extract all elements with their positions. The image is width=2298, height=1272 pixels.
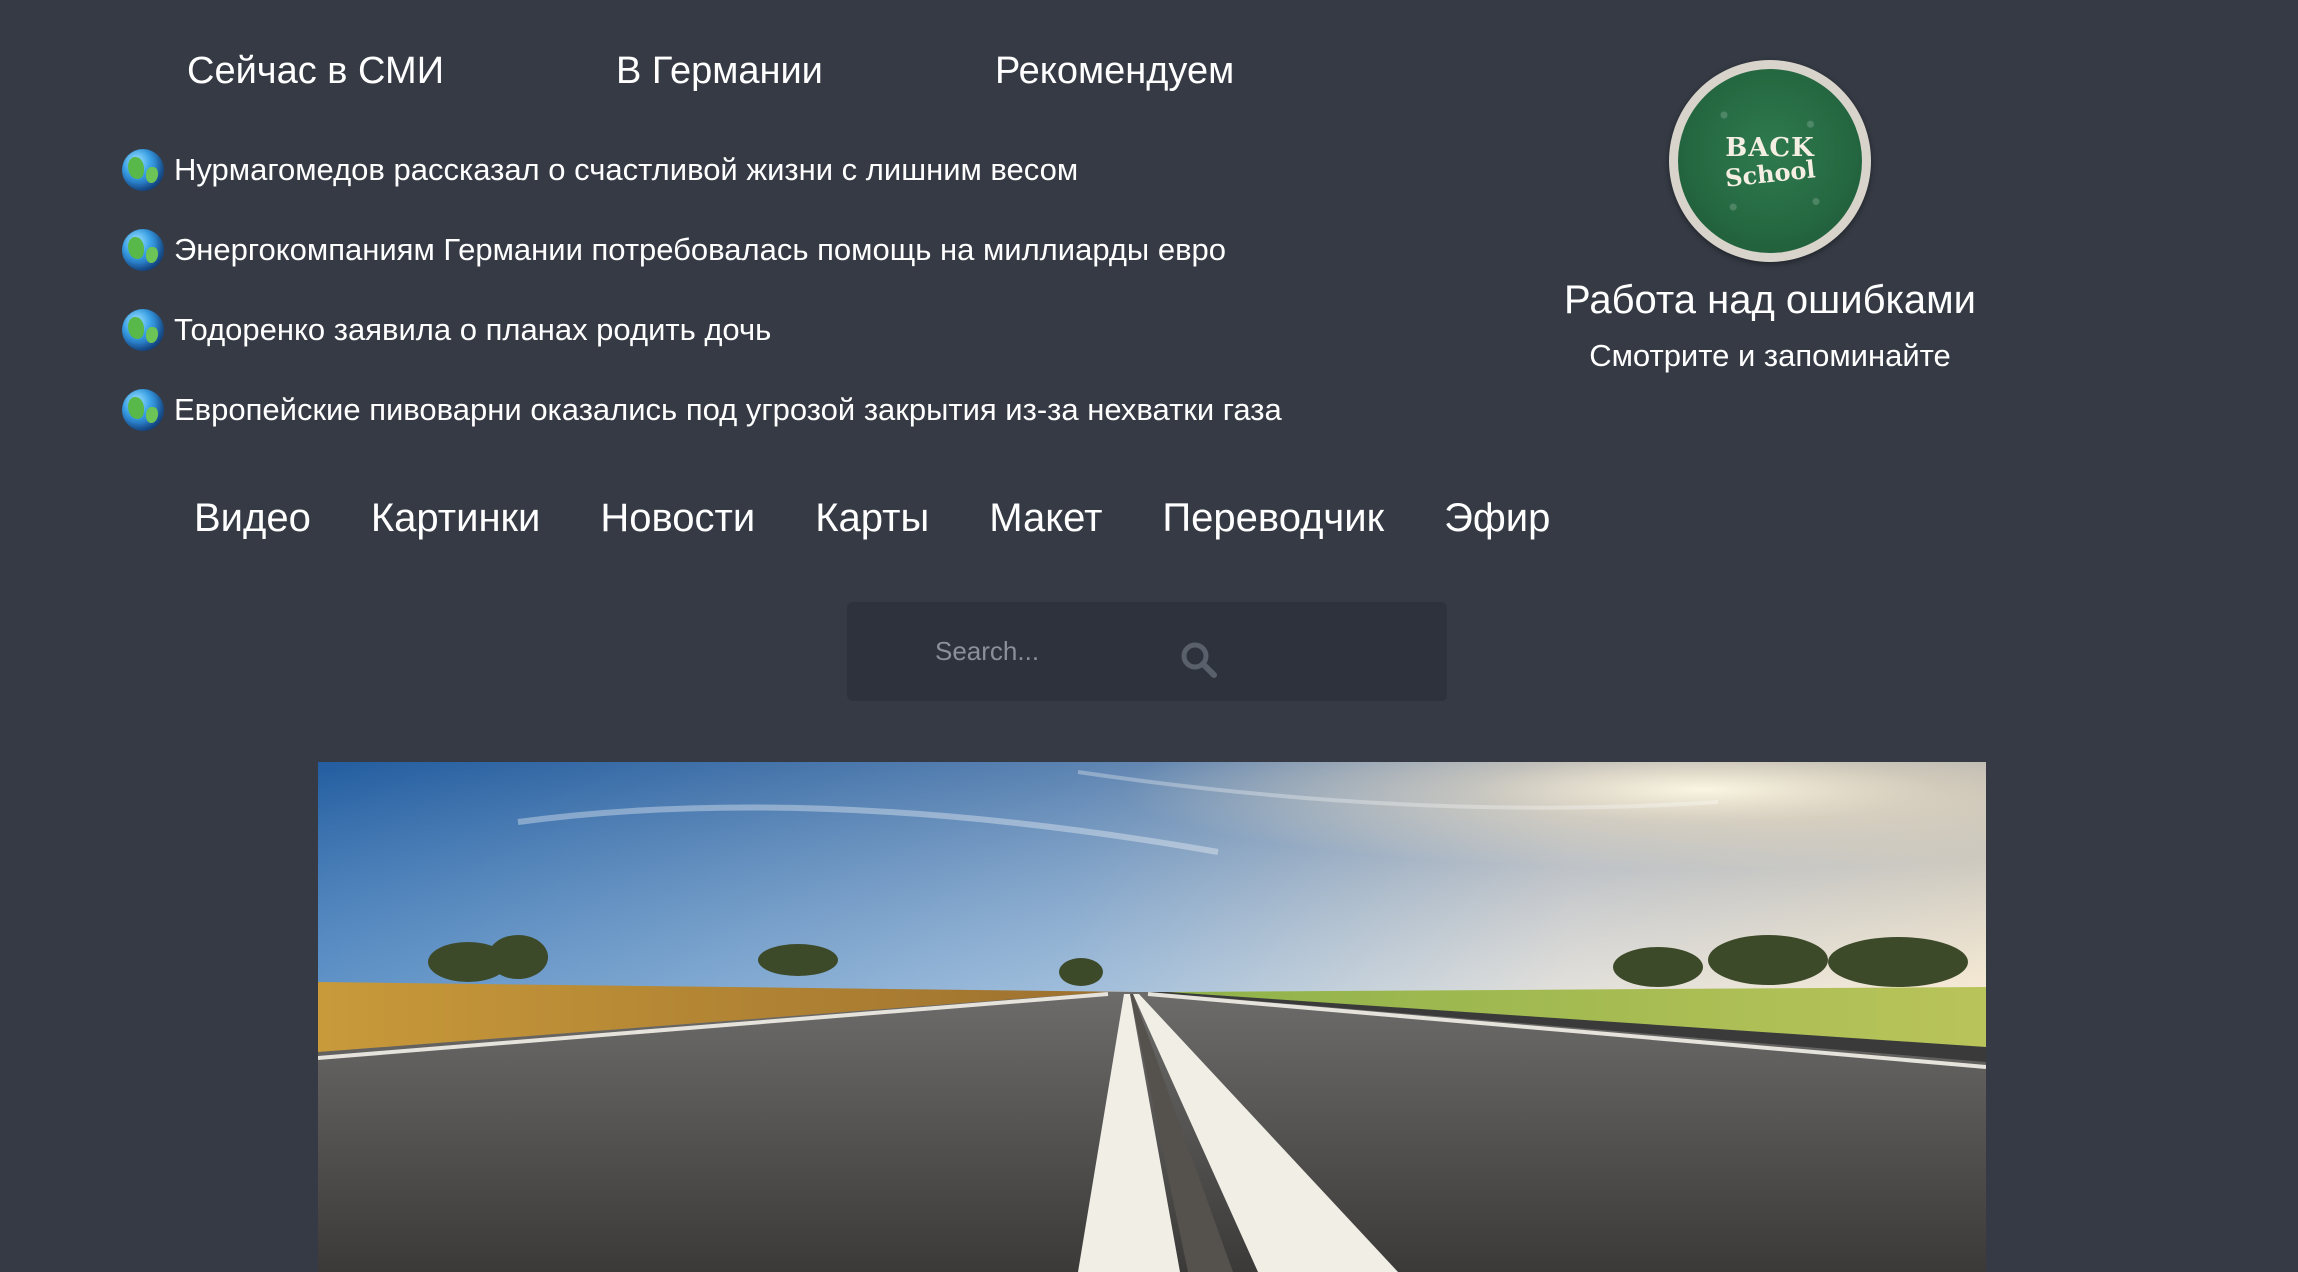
avatar[interactable]: BACK School	[1669, 60, 1871, 262]
promo-block: BACK School Работа над ошибками Смотрите…	[1520, 60, 2020, 378]
promo-subtitle: Смотрите и запоминайте	[1589, 338, 1951, 373]
news-headline[interactable]: Европейские пивоварни оказались под угро…	[174, 392, 1282, 428]
hero-image	[318, 762, 1986, 1272]
tab-in-germany[interactable]: В Германии	[616, 44, 823, 98]
search-input[interactable]	[935, 628, 1165, 674]
tab-now-in-media[interactable]: Сейчас в СМИ	[187, 44, 444, 98]
tab-recommended[interactable]: Рекомендуем	[995, 44, 1234, 98]
news-item[interactable]: Тодоренко заявила о планах родить дочь	[122, 290, 1542, 370]
globe-icon	[122, 149, 164, 191]
page: Сейчас в СМИ В Германии Рекомендуем Нурм…	[0, 0, 2298, 1272]
globe-icon	[122, 309, 164, 351]
nav-link-maps[interactable]: Карты	[815, 490, 929, 550]
news-list: Нурмагомедов рассказал о счастливой жизн…	[122, 130, 1542, 450]
nav-link-images[interactable]: Картинки	[371, 490, 541, 550]
news-headline[interactable]: Нурмагомедов рассказал о счастливой жизн…	[174, 152, 1078, 188]
search-box	[847, 602, 1447, 701]
news-item[interactable]: Европейские пивоварни оказались под угро…	[122, 370, 1542, 450]
news-item[interactable]: Энергокомпаниям Германии потребовалась п…	[122, 210, 1542, 290]
search-icon[interactable]	[1179, 640, 1219, 680]
news-headline[interactable]: Энергокомпаниям Германии потребовалась п…	[174, 232, 1226, 268]
back-to-school-logo: BACK School	[1678, 69, 1862, 253]
nav-link-broadcast[interactable]: Эфир	[1444, 490, 1550, 550]
news-headline[interactable]: Тодоренко заявила о планах родить дочь	[174, 312, 771, 348]
globe-icon	[122, 389, 164, 431]
nav-link-translator[interactable]: Переводчик	[1162, 490, 1384, 550]
nav-link-layout[interactable]: Макет	[989, 490, 1102, 550]
promo-title[interactable]: Работа над ошибками	[1520, 272, 2020, 328]
main-nav: Видео Картинки Новости Карты Макет Перев…	[194, 490, 1610, 550]
globe-icon	[122, 229, 164, 271]
road-landscape-image	[318, 762, 1986, 1272]
nav-link-news[interactable]: Новости	[600, 490, 755, 550]
news-item[interactable]: Нурмагомедов рассказал о счастливой жизн…	[122, 130, 1542, 210]
nav-link-video[interactable]: Видео	[194, 490, 311, 550]
top-tabs: Сейчас в СМИ В Германии Рекомендуем	[0, 44, 1500, 104]
